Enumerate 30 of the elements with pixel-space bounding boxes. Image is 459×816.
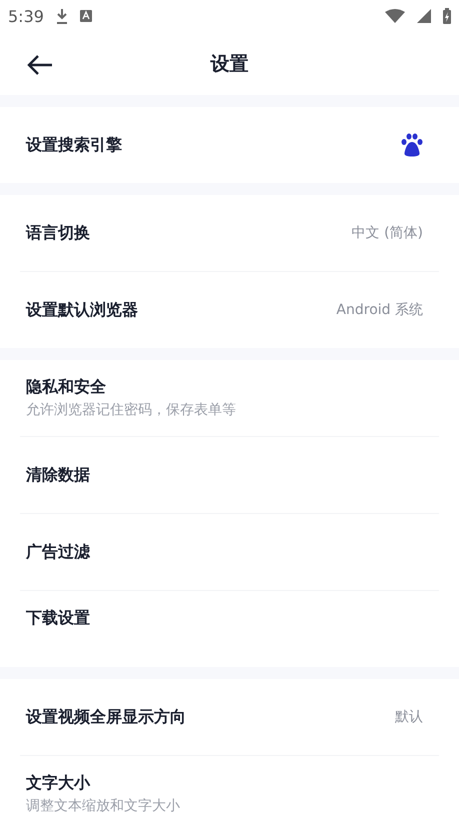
row-description: 调整文本缩放和文字大小 [26, 797, 181, 815]
settings-row[interactable]: 设置视频全屏显示方向 默认 [20, 679, 439, 756]
row-label: 广告过滤 [26, 542, 91, 562]
download-icon [56, 8, 68, 24]
row-description: 允许浏览器记住密码，保存表单等 [26, 401, 237, 419]
row-value: 中文 (简体) [352, 224, 423, 242]
row-value: 默认 [395, 708, 423, 726]
row-label: 隐私和安全 [26, 377, 107, 398]
row-label: 清除数据 [26, 464, 91, 486]
paw-icon [401, 133, 423, 157]
row-label: 文字大小 [26, 773, 92, 794]
status-time: 5:39 [8, 6, 44, 26]
settings-row[interactable]: 设置默认浏览器 Android 系统 [20, 272, 439, 348]
row-label: 设置默认浏览器 [26, 300, 139, 320]
notification-icon [80, 10, 92, 22]
page-title: 设置 [210, 52, 248, 76]
settings-row[interactable]: 隐私和安全 允许浏览器记住密码，保存表单等 [20, 360, 439, 437]
settings-row[interactable]: 清除数据 [20, 437, 439, 514]
settings-row[interactable]: 广告过滤 [20, 514, 439, 591]
settings-row[interactable]: 下载设置 [20, 591, 439, 645]
row-label: 设置视频全屏显示方向 [26, 706, 187, 728]
signal-icon [417, 9, 431, 23]
row-label: 语言切换 [26, 222, 91, 244]
row-value: Android 系统 [336, 301, 423, 319]
battery-icon [443, 8, 451, 24]
row-label: 设置搜索引擎 [26, 134, 123, 156]
settings-row[interactable]: 文字大小 调整文本缩放和文字大小 [20, 756, 439, 816]
settings-row[interactable]: 语言切换 中文 (简体) [20, 195, 439, 272]
row-label: 下载设置 [26, 608, 91, 628]
wifi-icon [385, 9, 405, 23]
